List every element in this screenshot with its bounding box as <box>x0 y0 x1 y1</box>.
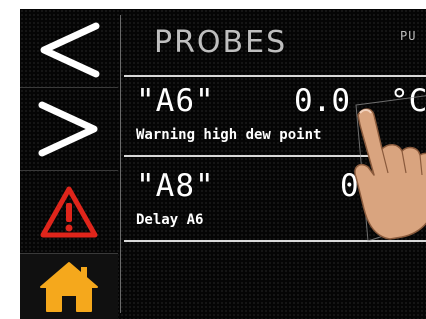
forward-button[interactable] <box>20 87 118 170</box>
probe-description: Warning high dew point <box>136 127 322 143</box>
header: PROBES PU <box>130 17 426 67</box>
hmi-screen: PROBES PU "A6" 0.0 °C Warning high dew p… <box>20 9 426 319</box>
probe-row-a8[interactable]: "A8" 0 Delay A6 <box>124 162 426 242</box>
sidebar <box>20 9 118 319</box>
probe-unit: °C <box>390 83 426 119</box>
alarm-button[interactable] <box>20 170 118 253</box>
chevron-right-icon <box>38 101 98 157</box>
back-button[interactable] <box>20 9 118 91</box>
probe-name: "A8" <box>136 168 215 204</box>
warning-triangle-icon <box>40 186 98 238</box>
probe-value: 0.0 <box>294 83 350 119</box>
probe-name: "A6" <box>136 83 215 119</box>
chevron-left-icon <box>40 22 100 78</box>
page-title: PROBES <box>154 25 288 60</box>
header-extra-text: PU <box>400 29 417 43</box>
probe-row-a6[interactable]: "A6" 0.0 °C Warning high dew point <box>124 75 426 157</box>
probe-value: 0 <box>340 168 359 204</box>
home-button[interactable] <box>20 253 118 319</box>
probe-description: Delay A6 <box>136 212 204 228</box>
home-icon <box>40 262 98 312</box>
sidebar-divider <box>120 15 121 313</box>
